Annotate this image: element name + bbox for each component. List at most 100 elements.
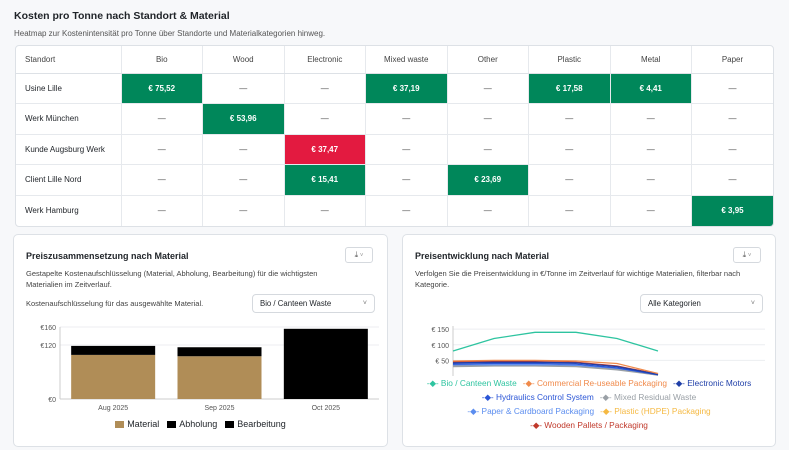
legend-item[interactable]: Material	[115, 419, 159, 429]
column-header: Electronic	[283, 46, 366, 74]
heatmap-cell[interactable]: —	[609, 103, 692, 135]
card-description: Verfolgen Sie die Preisentwicklung in €/…	[415, 269, 741, 289]
bar-segment	[71, 354, 156, 399]
legend-item[interactable]: -◆- Hydraulics Control System	[482, 390, 594, 404]
heatmap-cell[interactable]: —	[528, 164, 610, 196]
legend-marker: -◆-	[481, 392, 496, 402]
heatmap-cell[interactable]: —	[691, 164, 773, 196]
heatmap-cell[interactable]: € 17,58	[528, 73, 610, 104]
legend-item[interactable]: Abholung	[167, 419, 217, 429]
heatmap-cell[interactable]: —	[120, 103, 203, 135]
heatmap-cell[interactable]: € 23,69	[446, 164, 529, 196]
heatmap-cell[interactable]: —	[365, 164, 447, 196]
legend-marker: -◆-	[672, 378, 688, 388]
table-row: Werk München — € 53,96— — — — — —	[16, 103, 773, 135]
y-tick-label: €160	[40, 325, 56, 332]
chevron-down-icon: ˅	[746, 253, 752, 259]
heatmap-cell[interactable]: € 75,52	[120, 73, 203, 104]
heatmap-cell[interactable]: € 37,47	[283, 134, 366, 165]
legend-marker: -◆-	[522, 378, 537, 388]
heatmap-cell[interactable]: —	[609, 195, 692, 226]
heatmap-cell[interactable]: —	[528, 134, 610, 165]
heatmap-cell[interactable]: € 4,41	[609, 73, 692, 104]
legend-item[interactable]: -◆- Wooden Pallets / Packaging	[530, 418, 648, 432]
heatmap-cell[interactable]: —	[365, 195, 447, 226]
y-tick-label: € 150	[431, 327, 449, 334]
legend-item[interactable]: -◆- Mixed Residual Waste	[600, 390, 696, 404]
price-composition-card: Preiszusammensetzung nach Material ⤓ ˅ G…	[13, 234, 388, 447]
legend-label: Material	[127, 419, 160, 429]
legend-swatch	[167, 421, 177, 428]
column-header: Wood	[202, 46, 284, 74]
legend-label: Bio / Canteen Waste	[440, 378, 517, 388]
legend-label: Abholung	[179, 419, 218, 429]
heatmap-cell[interactable]: € 3,95	[691, 195, 773, 226]
category-select[interactable]: Alle Kategorien ˅	[640, 294, 763, 313]
column-header: Bio	[120, 46, 203, 74]
heatmap-cell[interactable]: —	[202, 195, 284, 226]
y-tick-label: €120	[40, 343, 56, 350]
heatmap-cell[interactable]: —	[691, 73, 773, 104]
heatmap-cell[interactable]: —	[446, 73, 529, 104]
y-tick-label: €0	[48, 397, 56, 404]
bar-segment	[71, 345, 156, 355]
x-tick-label: Sep 2025	[205, 405, 235, 412]
heatmap-cell[interactable]: —	[609, 164, 692, 196]
chevron-down-icon: ˅	[750, 300, 755, 307]
page-title: Kosten pro Tonne nach Standort & Materia…	[14, 10, 230, 22]
legend-marker: -◆-	[426, 378, 441, 388]
legend-label: Electronic Motors	[687, 378, 752, 388]
legend-swatch	[225, 421, 235, 428]
legend-row: -◆- Wooden Pallets / Packaging	[403, 418, 775, 432]
legend-item[interactable]: -◆- Electronic Motors	[673, 376, 751, 390]
series-line	[452, 331, 659, 352]
heatmap-cell[interactable]: —	[528, 195, 610, 226]
card-title: Preiszusammensetzung nach Material	[26, 251, 189, 261]
heatmap-cell[interactable]: —	[283, 73, 366, 104]
heatmap-cell[interactable]: —	[120, 164, 203, 196]
price-trend-card: Preisentwicklung nach Material ⤓ ˅ Verfo…	[402, 234, 776, 447]
heatmap-cell[interactable]: —	[283, 195, 366, 226]
heatmap-cell[interactable]: —	[202, 164, 284, 196]
heatmap-cell[interactable]: —	[446, 103, 529, 135]
heatmap-cell[interactable]: —	[691, 103, 773, 135]
download-button[interactable]: ⤓ ˅	[345, 247, 373, 263]
heatmap-cell[interactable]: € 37,19	[365, 73, 447, 104]
legend-item[interactable]: -◆- Commercial Re-useable Packaging	[523, 376, 667, 390]
heatmap-cell[interactable]: —	[283, 103, 366, 135]
legend-label: Bearbeitung	[237, 419, 286, 429]
heatmap-cell[interactable]: —	[528, 103, 610, 135]
material-select-value: Bio / Canteen Waste	[260, 299, 332, 308]
download-button[interactable]: ⤓ ˅	[733, 247, 761, 263]
legend-marker: -◆-	[600, 406, 615, 416]
heatmap-cell[interactable]: —	[365, 103, 447, 135]
heatmap-cell[interactable]: € 15,41	[283, 164, 366, 196]
price-trend-line-chart: € 50 € 100 € 150	[431, 326, 765, 376]
card-description: Gestapelte Kostenaufschlüsselung (Materi…	[26, 269, 318, 289]
select-caption: Kostenaufschlüsselung für das ausgewählt…	[26, 299, 204, 308]
legend-item[interactable]: -◆- Bio / Canteen Waste	[427, 376, 517, 390]
heatmap-cell[interactable]: —	[202, 73, 284, 104]
heatmap-cell[interactable]: € 53,96	[202, 103, 284, 135]
heatmap-cell[interactable]: —	[120, 134, 203, 165]
row-label: Usine Lille	[16, 73, 121, 104]
legend-marker: -◆-	[530, 420, 545, 430]
heatmap-cell[interactable]: —	[691, 134, 773, 165]
legend-item[interactable]: Bearbeitung	[225, 419, 286, 429]
heatmap-cell[interactable]: —	[202, 134, 284, 165]
legend-item[interactable]: -◆- Plastic (HDPE) Packaging	[600, 404, 711, 418]
legend-item[interactable]: -◆- Paper & Cardboard Packaging	[467, 404, 594, 418]
heatmap-cell[interactable]: —	[446, 195, 529, 226]
material-select[interactable]: Bio / Canteen Waste ˅	[252, 294, 375, 313]
heatmap-cell[interactable]: —	[120, 195, 203, 226]
heatmap-cell[interactable]: —	[365, 134, 447, 165]
row-label: Kunde Augsburg Werk	[16, 134, 121, 165]
x-tick-label: Aug 2025	[98, 405, 128, 412]
bar-segment	[177, 356, 262, 399]
chevron-down-icon: ˅	[358, 253, 364, 259]
y-tick-label: € 100	[431, 343, 449, 350]
row-label: Client Lille Nord	[16, 164, 121, 196]
heatmap-cell[interactable]: —	[609, 134, 692, 165]
heatmap-cell[interactable]: —	[446, 134, 529, 165]
legend-label: Commercial Re-useable Packaging	[536, 378, 667, 388]
